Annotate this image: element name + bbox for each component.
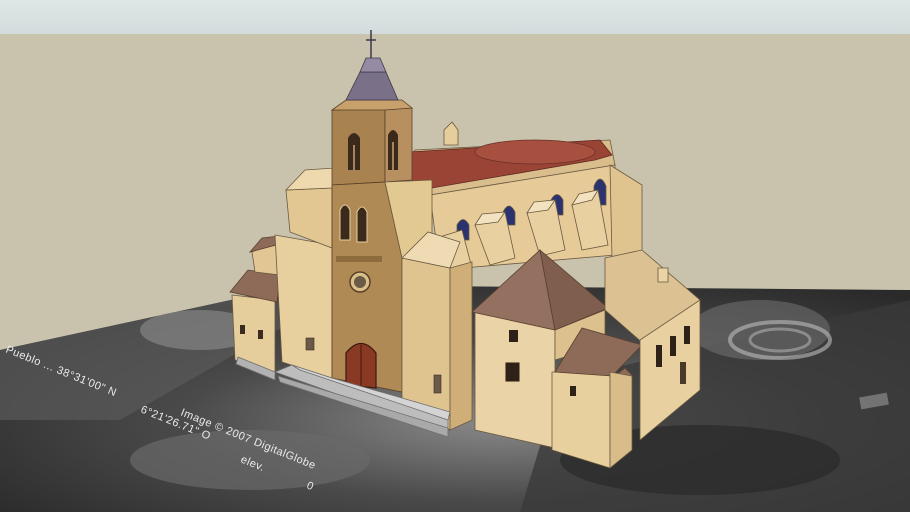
3d-viewport[interactable]: Pueblo ... 38°31'00" N Image © 2007 Digi…	[0, 0, 910, 512]
rear-window	[656, 345, 662, 367]
facade-band	[336, 256, 382, 262]
rear-window	[670, 336, 676, 356]
rear-window	[684, 326, 690, 344]
rear-chimney	[657, 267, 669, 283]
annex-window	[258, 330, 263, 339]
facade-left-block	[274, 234, 333, 379]
annex-window	[240, 325, 245, 334]
facade-plaque	[305, 337, 315, 351]
rose-window-center	[354, 276, 366, 288]
sky-background	[0, 0, 910, 34]
chapel-window	[509, 330, 518, 342]
rear-door	[680, 362, 686, 384]
chapel-window	[504, 361, 521, 383]
facade-right-pier	[449, 261, 473, 431]
facade-window	[339, 204, 351, 241]
facade-window	[356, 206, 368, 243]
roof-dome	[474, 139, 596, 165]
sacristy-window	[570, 386, 576, 396]
facade-right-plaque	[433, 374, 442, 394]
scene-canvas: Pueblo ... 38°31'00" N Image © 2007 Digi…	[0, 0, 910, 512]
